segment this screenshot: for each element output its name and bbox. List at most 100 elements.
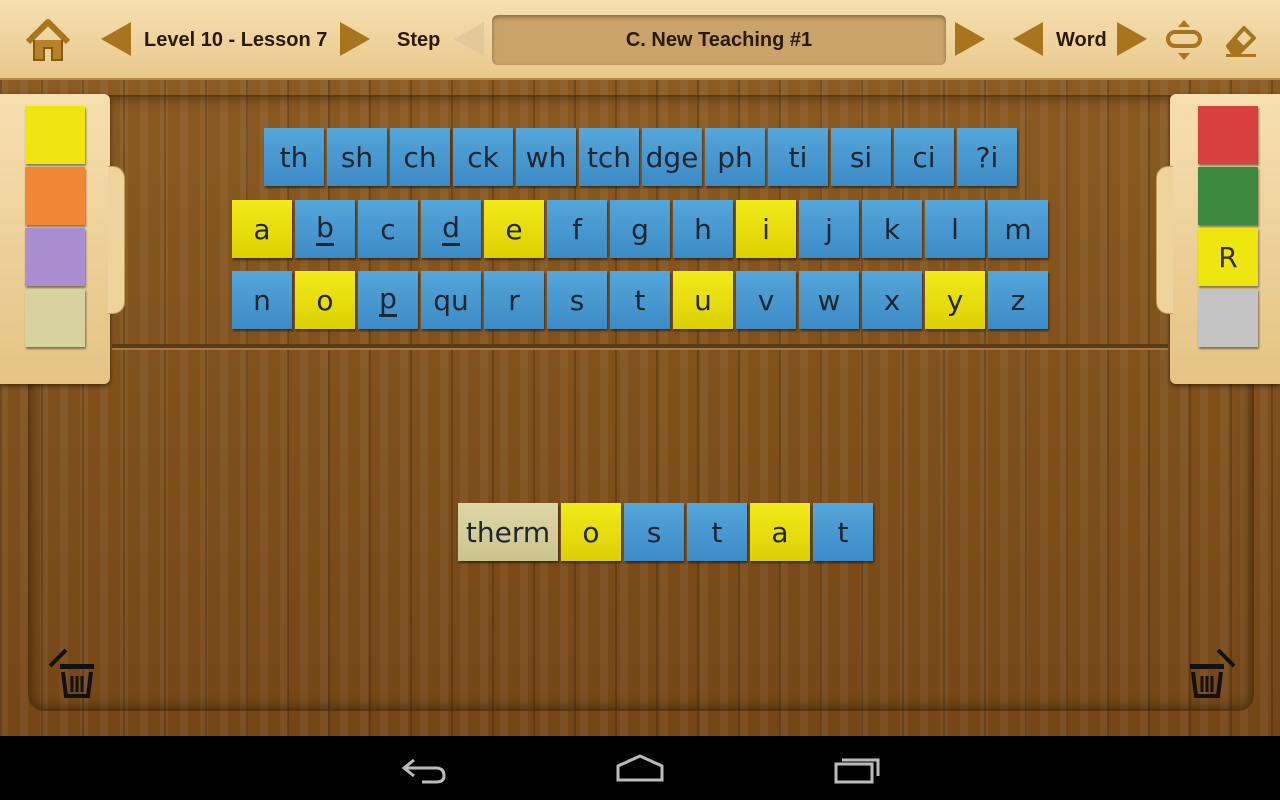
letter-tile-ph[interactable]: ph: [705, 128, 765, 186]
letter-tile-label: x: [883, 283, 901, 317]
right-swatch-red[interactable]: [1198, 106, 1258, 164]
left-swatch-purple[interactable]: [25, 228, 85, 286]
right-swatch-yellow[interactable]: R: [1198, 228, 1258, 286]
letter-tile-s[interactable]: s: [547, 271, 607, 329]
letter-tile-label: th: [279, 140, 309, 174]
letter-tile-label: h: [694, 212, 712, 246]
board-frame: [28, 95, 1254, 711]
letter-tile-sh[interactable]: sh: [327, 128, 387, 186]
letter-tile-c[interactable]: c: [358, 200, 418, 258]
right-swatch-green[interactable]: [1198, 167, 1258, 225]
letter-tile-wh[interactable]: wh: [516, 128, 576, 186]
letter-tile-label: d: [442, 210, 460, 246]
wooden-board: th sh ch ck wh tch dge ph ti si ci ?i a b c d e f g h i j k l m n…: [0, 80, 1280, 736]
letter-tile-dge[interactable]: dge: [642, 128, 702, 186]
next-word-icon[interactable]: [1117, 22, 1147, 56]
letter-tile-y[interactable]: y: [925, 271, 985, 329]
word-tile[interactable]: t: [687, 503, 747, 561]
swatch-label: R: [1218, 240, 1238, 274]
letter-tile-label: b: [316, 210, 334, 246]
letter-tile-si[interactable]: si: [831, 128, 891, 186]
letter-tile-label: ci: [912, 140, 936, 174]
right-swatch-gray[interactable]: [1198, 289, 1258, 347]
left-color-palette: [0, 94, 125, 384]
letter-tile-label: tch: [586, 140, 632, 174]
right-trash-icon[interactable]: [1184, 646, 1238, 698]
letter-tile-t[interactable]: t: [610, 271, 670, 329]
word-label: Word: [1056, 29, 1107, 51]
word-tile-label: s: [646, 515, 662, 549]
back-icon[interactable]: [400, 750, 448, 786]
letter-tile-label: w: [817, 283, 841, 317]
step-label: Step: [397, 29, 441, 51]
recent-apps-icon[interactable]: [832, 750, 882, 786]
letter-tile-ch[interactable]: ch: [390, 128, 450, 186]
prev-step-icon[interactable]: [454, 22, 484, 56]
word-tile[interactable]: s: [624, 503, 684, 561]
next-step-icon[interactable]: [955, 22, 985, 56]
letter-tile-ci[interactable]: ci: [894, 128, 954, 186]
letter-tile-a[interactable]: a: [232, 200, 292, 258]
letter-tile-j[interactable]: j: [799, 200, 859, 258]
letter-tile-p[interactable]: p: [358, 271, 418, 329]
letter-tile-z[interactable]: z: [988, 271, 1048, 329]
eraser-icon[interactable]: [1222, 20, 1262, 60]
letter-tile-r[interactable]: r: [484, 271, 544, 329]
word-tile[interactable]: a: [750, 503, 810, 561]
left-palette-tab[interactable]: [108, 166, 125, 314]
letter-tile-label: qu: [433, 283, 469, 317]
letter-tile-i[interactable]: i: [736, 200, 796, 258]
line-spacing-icon[interactable]: [1164, 18, 1204, 62]
letter-tile-v[interactable]: v: [736, 271, 796, 329]
left-swatch-orange[interactable]: [25, 167, 85, 225]
letter-tile-label: j: [825, 212, 833, 246]
letter-tile-ck[interactable]: ck: [453, 128, 513, 186]
letter-tile-label: ?i: [975, 140, 999, 174]
word-tile[interactable]: t: [813, 503, 873, 561]
letter-tile-label: si: [849, 140, 873, 174]
left-swatch-yellow[interactable]: [25, 106, 85, 164]
left-swatch-khaki[interactable]: [25, 289, 85, 347]
letter-tile-label: y: [946, 283, 964, 317]
letter-tile-th[interactable]: th: [264, 128, 324, 186]
letter-tile-label: n: [253, 283, 271, 317]
letter-tile-h[interactable]: h: [673, 200, 733, 258]
letter-tile-label: u: [694, 283, 712, 317]
letter-tile-label: wh: [525, 140, 567, 174]
word-tile-label: therm: [465, 515, 551, 549]
letter-tile-e[interactable]: e: [484, 200, 544, 258]
letter-tile-k[interactable]: k: [862, 200, 922, 258]
letter-tile-l[interactable]: l: [925, 200, 985, 258]
letter-tile-label: v: [757, 283, 775, 317]
word-tile[interactable]: therm: [458, 503, 558, 561]
letter-tile-m[interactable]: m: [988, 200, 1048, 258]
home-nav-icon[interactable]: [614, 750, 666, 786]
letter-tile-u[interactable]: u: [673, 271, 733, 329]
left-trash-icon[interactable]: [46, 648, 100, 700]
step-value-box[interactable]: C. New Teaching #1: [492, 15, 946, 65]
letter-tile-x[interactable]: x: [862, 271, 922, 329]
letter-tile-o[interactable]: o: [295, 271, 355, 329]
letter-tile-n[interactable]: n: [232, 271, 292, 329]
word-tile[interactable]: o: [561, 503, 621, 561]
letter-tile-qu[interactable]: qu: [421, 271, 481, 329]
letter-tile-tch[interactable]: tch: [579, 128, 639, 186]
home-icon[interactable]: [24, 18, 72, 64]
next-lesson-icon[interactable]: [340, 22, 370, 56]
prev-word-icon[interactable]: [1013, 22, 1043, 56]
word-tile-label: t: [837, 515, 849, 549]
letter-tile-label: f: [572, 212, 582, 246]
letter-tile-b[interactable]: b: [295, 200, 355, 258]
letter-tile-label: a: [253, 212, 271, 246]
letter-tile-w[interactable]: w: [799, 271, 859, 329]
letter-tile-qi[interactable]: ?i: [957, 128, 1017, 186]
right-palette-tab[interactable]: [1156, 166, 1173, 314]
letter-tile-label: ch: [403, 140, 437, 174]
letter-tile-f[interactable]: f: [547, 200, 607, 258]
word-tile-label: t: [711, 515, 723, 549]
letter-tile-label: k: [883, 212, 901, 246]
letter-tile-ti[interactable]: ti: [768, 128, 828, 186]
letter-tile-d[interactable]: d: [421, 200, 481, 258]
letter-tile-g[interactable]: g: [610, 200, 670, 258]
prev-lesson-icon[interactable]: [101, 22, 131, 56]
